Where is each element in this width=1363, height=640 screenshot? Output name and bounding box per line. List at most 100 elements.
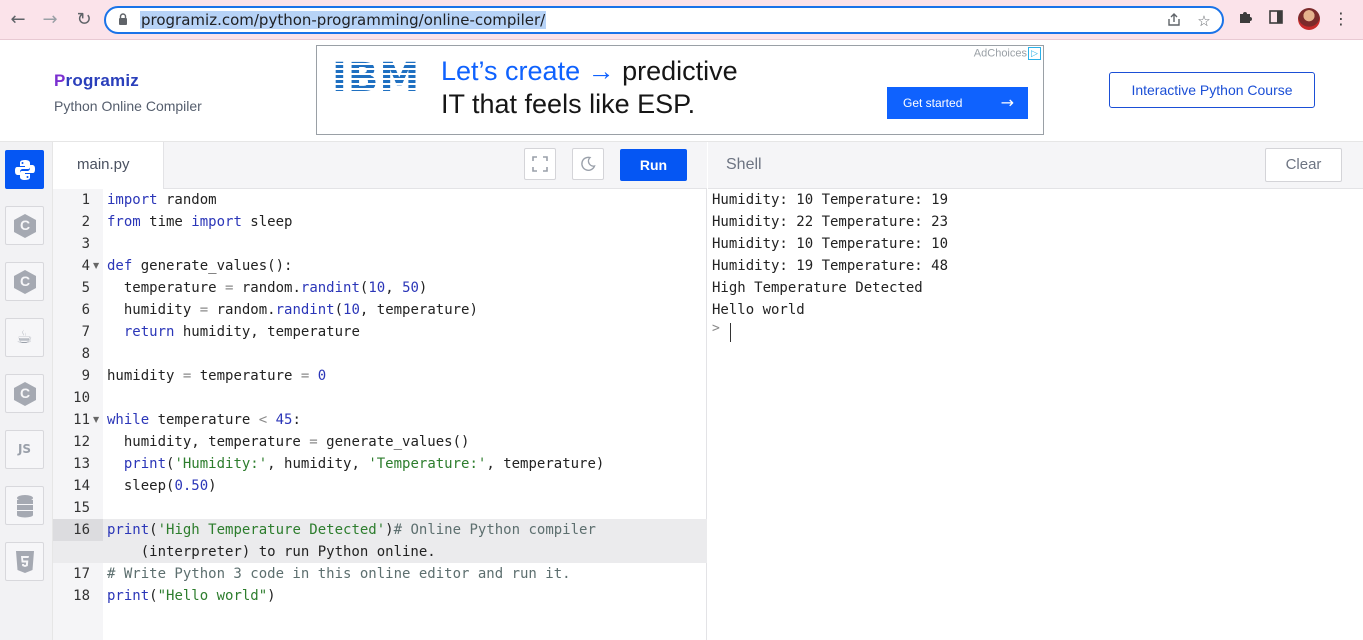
site-header: Programiz Python Online Compiler AdChoic…: [0, 40, 1363, 142]
c-language-button[interactable]: C: [5, 206, 44, 245]
shell-output-line: Humidity: 10 Temperature: 19: [712, 192, 949, 208]
code-line[interactable]: 13 print('Humidity:', humidity, 'Tempera…: [53, 453, 707, 475]
line-number: 16: [53, 519, 103, 541]
programiz-logo[interactable]: Programiz: [54, 71, 139, 91]
code-text: def generate_values():: [107, 258, 293, 274]
code-line[interactable]: 10: [53, 387, 707, 409]
code-line[interactable]: 9 humidity = temperature = 0: [53, 365, 707, 387]
code-line[interactable]: 17 # Write Python 3 code in this online e…: [53, 563, 707, 585]
line-number: 8: [81, 346, 90, 362]
ad-banner[interactable]: AdChoices ▷ IBM Let’s create → predictive…: [316, 45, 1044, 135]
page-subtitle: Python Online Compiler: [54, 98, 202, 114]
file-tab-main-py[interactable]: main.py: [53, 142, 164, 189]
js-icon: JS: [17, 442, 32, 456]
shell-output-line: High Temperature Detected: [712, 280, 923, 296]
reload-icon[interactable]: ↻: [72, 8, 96, 32]
adchoices-label[interactable]: AdChoices ▷: [974, 47, 1041, 60]
share-icon[interactable]: [1164, 12, 1184, 30]
code-line[interactable]: 8: [53, 343, 707, 365]
code-line[interactable]: (interpreter) to run Python online.: [53, 541, 707, 563]
browser-toolbar: ← → ↻ programiz.com/python-programming/o…: [0, 0, 1363, 40]
line-number: 3: [81, 236, 90, 252]
cpp-language-button[interactable]: C: [5, 262, 44, 301]
line-number: 7: [81, 324, 90, 340]
code-line[interactable]: 1 import random: [53, 189, 707, 211]
code-line[interactable]: 12 humidity, temperature = generate_valu…: [53, 431, 707, 453]
code-line[interactable]: 14 sleep(0.50): [53, 475, 707, 497]
code-text: print("Hello world"): [107, 588, 276, 604]
code-text: from time import sleep: [107, 214, 293, 230]
fullscreen-icon: [532, 156, 548, 172]
editor-toolbar: main.py Run: [53, 142, 707, 189]
code-text: temperature = random.randint(10, 50): [107, 280, 428, 296]
java-cup-icon: ☕: [16, 327, 33, 348]
extensions-puzzle-icon[interactable]: [1234, 9, 1256, 31]
csharp-icon: C: [14, 382, 36, 406]
code-line[interactable]: 18 print("Hello world"): [53, 585, 707, 607]
line-number: 9: [81, 368, 90, 384]
code-line[interactable]: 7 return humidity, temperature: [53, 321, 707, 343]
code-line[interactable]: 4 ▼ def generate_values():: [53, 255, 707, 277]
shell-caret: [730, 323, 731, 342]
code-line[interactable]: 16 print('High Temperature Detected')# On…: [53, 519, 707, 541]
arrow-icon: →: [580, 56, 623, 86]
adchoices-icon: ▷: [1028, 47, 1041, 60]
interactive-course-button[interactable]: Interactive Python Course: [1109, 72, 1315, 108]
java-language-button[interactable]: ☕: [5, 318, 44, 357]
address-bar[interactable]: programiz.com/python-programming/online-…: [104, 6, 1224, 34]
back-arrow-icon[interactable]: ←: [6, 8, 30, 32]
ad-get-started-button[interactable]: Get started →: [887, 87, 1028, 119]
url-text: programiz.com/python-programming/online-…: [140, 11, 547, 29]
shell-output[interactable]: Humidity: 10 Temperature: 19 Humidity: 22…: [708, 189, 1363, 640]
arrow-right-icon: →: [1000, 93, 1014, 112]
code-line[interactable]: 15: [53, 497, 707, 519]
side-panel-icon[interactable]: [1265, 9, 1287, 31]
fullscreen-button[interactable]: [524, 148, 556, 180]
bookmark-star-icon[interactable]: ☆: [1194, 12, 1214, 30]
line-number: 6: [81, 302, 90, 318]
code-editor[interactable]: 1 import random 2 from time import sleep 3 4 ▼…: [53, 189, 707, 640]
line-number: 15: [73, 500, 90, 516]
line-number: 13: [73, 456, 90, 472]
shell-output-line: Humidity: 10 Temperature: 10: [712, 236, 949, 252]
code-line[interactable]: 5 temperature = random.randint(10, 50): [53, 277, 707, 299]
python-icon: [15, 160, 35, 180]
line-number: 18: [73, 588, 90, 604]
code-line[interactable]: 2 from time import sleep: [53, 211, 707, 233]
code-text: return humidity, temperature: [123, 324, 360, 340]
code-text: humidity = temperature = 0: [107, 368, 327, 384]
lock-icon: [118, 13, 130, 27]
language-sidebar: C C ☕ C JS: [0, 142, 53, 640]
shell-prompt: >: [712, 321, 720, 336]
code-text: sleep(0.50): [107, 478, 217, 494]
csharp-language-button[interactable]: C: [5, 374, 44, 413]
dark-mode-button[interactable]: [572, 148, 604, 180]
run-button[interactable]: Run: [620, 149, 687, 181]
line-number: 17: [73, 566, 90, 582]
sql-language-button[interactable]: [5, 486, 44, 525]
code-line[interactable]: 6 humidity = random.randint(10, temperat…: [53, 299, 707, 321]
line-number: 11: [73, 412, 90, 428]
python-language-button[interactable]: [5, 150, 44, 189]
fold-arrow-icon[interactable]: ▼: [93, 409, 99, 431]
line-number: 10: [73, 390, 90, 406]
line-number: 4: [81, 258, 90, 274]
html5-icon: [16, 551, 34, 573]
profile-avatar[interactable]: [1298, 8, 1320, 30]
c-icon: C: [14, 214, 36, 238]
code-line[interactable]: 11 ▼ while temperature < 45:: [53, 409, 707, 431]
code-text: # Write Python 3 code in this online edi…: [107, 566, 571, 582]
code-text: humidity = random.randint(10, temperatur…: [107, 302, 478, 318]
forward-arrow-icon[interactable]: →: [38, 8, 62, 32]
fold-arrow-icon[interactable]: ▼: [93, 255, 99, 277]
more-vertical-icon[interactable]: ⋮: [1330, 9, 1352, 31]
clear-button[interactable]: Clear: [1265, 148, 1342, 182]
javascript-language-button[interactable]: JS: [5, 430, 44, 469]
ibm-logo: IBM: [332, 55, 421, 101]
code-text: while temperature < 45:: [107, 412, 301, 428]
moon-icon: [581, 156, 596, 171]
line-number: 5: [81, 280, 90, 296]
code-line[interactable]: 3: [53, 233, 707, 255]
html-language-button[interactable]: [5, 542, 44, 581]
ad-headline-1: Let’s create → predictive: [441, 56, 738, 86]
